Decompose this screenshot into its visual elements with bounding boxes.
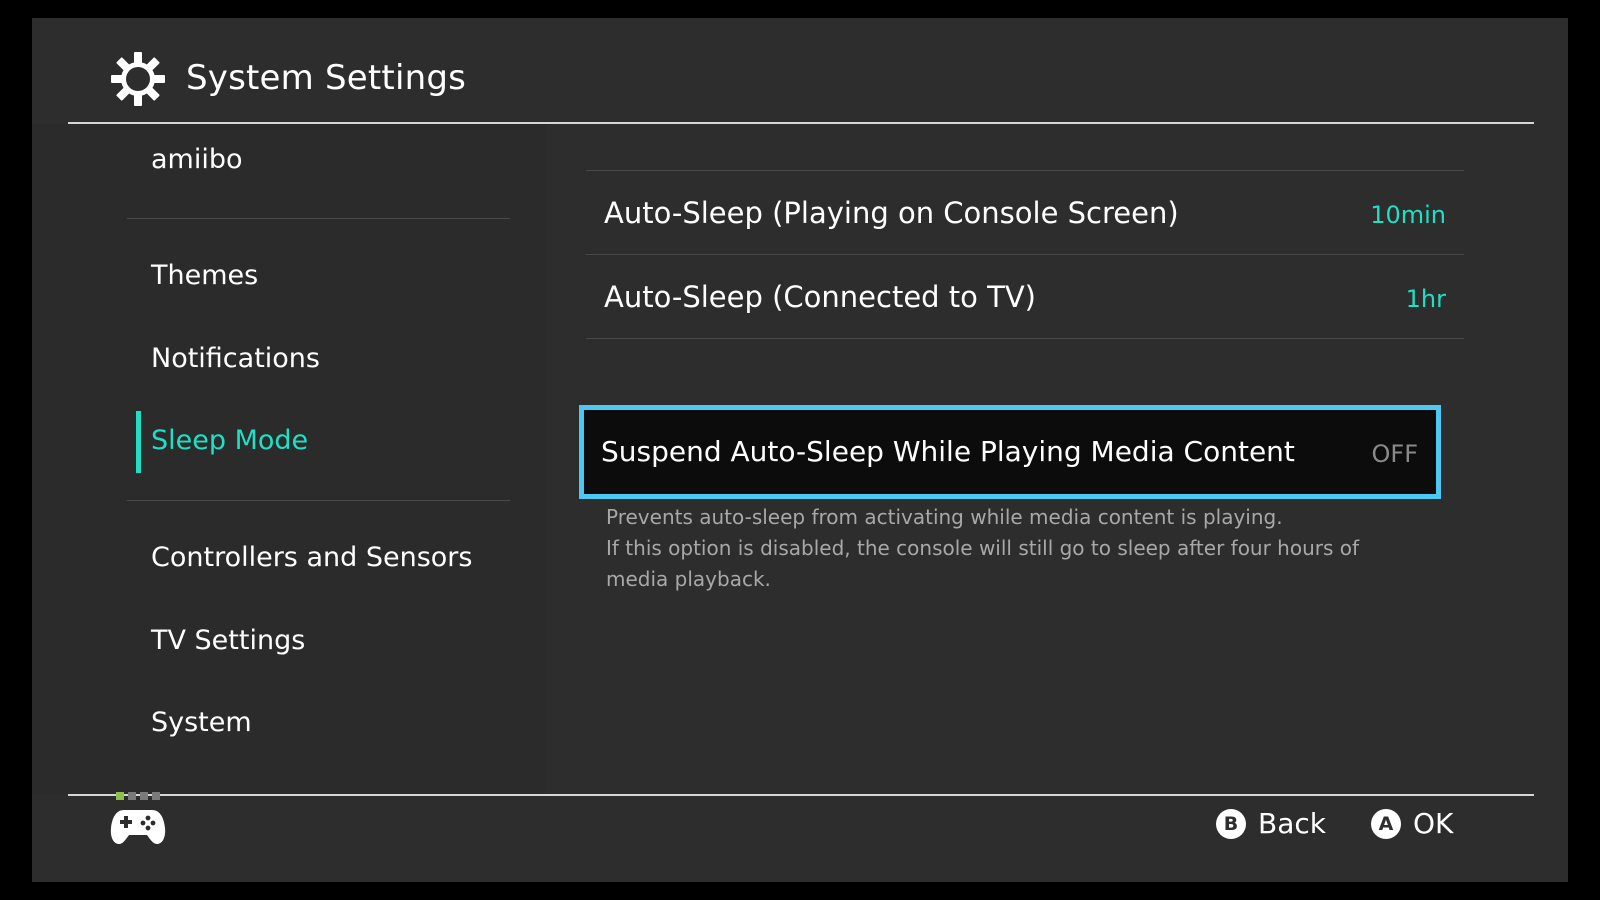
row-divider bbox=[586, 254, 1464, 255]
sidebar-item-system[interactable]: System bbox=[151, 703, 252, 743]
back-button[interactable]: B Back bbox=[1216, 802, 1326, 846]
sidebar-divider bbox=[127, 500, 510, 501]
suspend-auto-sleep-label: Suspend Auto-Sleep While Playing Media C… bbox=[601, 435, 1295, 468]
active-indicator bbox=[136, 411, 141, 473]
a-button-icon: A bbox=[1371, 809, 1401, 839]
suspend-auto-sleep-toggle[interactable]: Suspend Auto-Sleep While Playing Media C… bbox=[579, 405, 1441, 499]
gear-icon bbox=[111, 52, 165, 106]
auto-sleep-console-value: 10min bbox=[1370, 201, 1446, 229]
player-led bbox=[152, 792, 160, 800]
sidebar-item-tv-settings[interactable]: TV Settings bbox=[151, 621, 305, 661]
sidebar-item-amiibo[interactable]: amiibo bbox=[151, 140, 243, 180]
b-button-icon: B bbox=[1216, 809, 1246, 839]
auto-sleep-tv-row[interactable]: Auto-Sleep (Connected to TV) 1hr bbox=[586, 256, 1464, 338]
sidebar-divider bbox=[127, 218, 510, 219]
auto-sleep-tv-label: Auto-Sleep (Connected to TV) bbox=[604, 280, 1036, 314]
setting-description: Prevents auto-sleep from activating whil… bbox=[606, 502, 1406, 595]
controller-icon bbox=[110, 810, 166, 844]
sidebar-item-controllers-and-sensors[interactable]: Controllers and Sensors bbox=[151, 538, 472, 578]
page-title: System Settings bbox=[186, 58, 467, 98]
player-led bbox=[140, 792, 148, 800]
auto-sleep-console-row[interactable]: Auto-Sleep (Playing on Console Screen) 1… bbox=[586, 172, 1464, 254]
ok-button[interactable]: A OK bbox=[1371, 802, 1453, 846]
suspend-auto-sleep-value: OFF bbox=[1371, 440, 1419, 468]
header: System Settings bbox=[32, 18, 1568, 124]
sidebar-item-sleep-mode[interactable]: Sleep Mode bbox=[151, 421, 308, 461]
back-label: Back bbox=[1258, 807, 1326, 840]
row-divider bbox=[586, 338, 1464, 339]
player-led bbox=[128, 792, 136, 800]
auto-sleep-console-label: Auto-Sleep (Playing on Console Screen) bbox=[604, 196, 1179, 230]
footer-divider bbox=[68, 794, 1534, 796]
row-divider bbox=[586, 170, 1464, 171]
description-line: If this option is disabled, the console … bbox=[606, 536, 1360, 560]
description-line: media playback. bbox=[606, 567, 771, 591]
sidebar-item-themes[interactable]: Themes bbox=[151, 256, 258, 296]
player-led-dots bbox=[116, 792, 166, 802]
auto-sleep-tv-value: 1hr bbox=[1405, 285, 1446, 313]
description-line: Prevents auto-sleep from activating whil… bbox=[606, 505, 1283, 529]
sidebar-item-notifications[interactable]: Notifications bbox=[151, 339, 320, 379]
settings-screen: System Settings amiibo Themes Notificati… bbox=[32, 18, 1568, 882]
ok-label: OK bbox=[1413, 807, 1454, 840]
player-led-active bbox=[116, 792, 124, 800]
